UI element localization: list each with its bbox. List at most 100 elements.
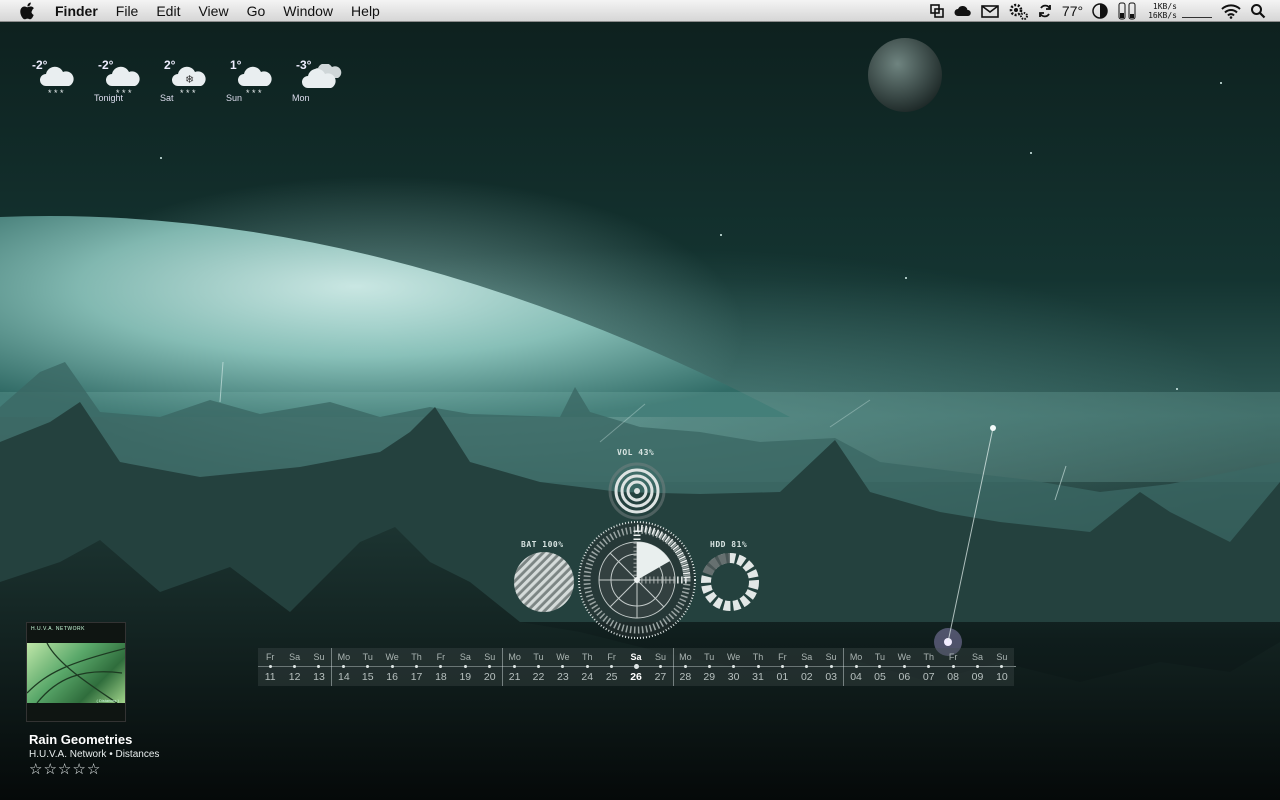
album-cover[interactable]: H.U.V.A. NETWORK ( Distances )	[26, 622, 126, 722]
menu-file[interactable]: File	[107, 0, 148, 22]
calendar-day[interactable]: Th 24	[575, 648, 600, 686]
calendar-day[interactable]: Su 27	[648, 648, 673, 686]
calendar-weekday: Th	[923, 652, 934, 662]
calendar-weekday: Mo	[508, 652, 521, 662]
network-graph[interactable]	[1182, 0, 1212, 22]
window-arrange-icon[interactable]	[929, 0, 945, 22]
weather-label: Sun	[226, 93, 243, 103]
calendar-day[interactable]: Th 17	[404, 648, 429, 686]
star	[1220, 82, 1222, 84]
album-cover-subtitle: ( Distances )	[96, 698, 119, 703]
contrast-icon[interactable]	[1092, 0, 1108, 22]
star	[160, 157, 162, 159]
calendar-dot	[683, 665, 687, 668]
spotlight-search-icon[interactable]	[1250, 0, 1266, 22]
calendar-date: 19	[459, 671, 472, 683]
battery-label: BAT 100%	[521, 540, 564, 549]
svg-text:* * *: * * *	[48, 88, 64, 98]
calendar-day[interactable]: Fr 08	[940, 648, 966, 686]
calendar-day[interactable]: We 06	[892, 648, 917, 686]
calendar-day[interactable]: Sa 19	[453, 648, 478, 686]
calendar-dot	[366, 665, 370, 668]
calendar-day[interactable]: Mo 28	[672, 648, 698, 686]
calendar-day[interactable]: Sa 12	[282, 648, 307, 686]
calendar-day[interactable]: Fr 25	[599, 648, 624, 686]
weather-day: -2° * * *	[28, 58, 94, 106]
calendar-day[interactable]: Tu 22	[526, 648, 551, 686]
calendar-day[interactable]: Tu 15	[355, 648, 380, 686]
calendar-day[interactable]: Mo 21	[501, 648, 527, 686]
cpu-temperature[interactable]: 77°	[1062, 0, 1083, 22]
menu-go[interactable]: Go	[238, 0, 275, 22]
weather-day: -3° Mon	[292, 58, 358, 106]
star	[720, 234, 722, 236]
star	[1176, 388, 1178, 390]
calendar-day[interactable]: We 23	[550, 648, 576, 686]
calendar-day[interactable]: Tu 29	[697, 648, 722, 686]
calendar-dot	[536, 665, 540, 668]
calendar-day[interactable]: Su 13	[306, 648, 332, 686]
menu-window[interactable]: Window	[274, 0, 342, 22]
weather-day: 2° ❄ * * * Sat	[160, 58, 226, 106]
rating-star-icon[interactable]: ☆	[58, 762, 71, 778]
calendar-date: 20	[483, 671, 496, 683]
calendar-day[interactable]: Tu 05	[867, 648, 893, 686]
calendar-date: 04	[850, 671, 862, 683]
calendar-day[interactable]: Fr 18	[428, 648, 454, 686]
calendar-date: 30	[727, 671, 740, 683]
calendar-day[interactable]: Sa 02	[794, 648, 819, 686]
menu-help[interactable]: Help	[342, 0, 389, 22]
rating-star-icon[interactable]: ☆	[43, 762, 56, 778]
calendar-day[interactable]: Th 31	[745, 648, 771, 686]
calendar-day[interactable]: Fr 01	[770, 648, 795, 686]
mail-icon[interactable]	[981, 0, 999, 22]
cpu-clock-gauge	[578, 521, 696, 639]
calendar-date: 28	[679, 671, 692, 683]
menu-edit[interactable]: Edit	[147, 0, 189, 22]
calendar-day[interactable]: Su 03	[818, 648, 844, 686]
calendar-date: 05	[874, 671, 886, 683]
calendar-date: 12	[288, 671, 301, 683]
calendar-dot	[317, 665, 321, 668]
calendar-weekday: Th	[582, 652, 593, 662]
wifi-icon[interactable]	[1221, 0, 1241, 22]
calendar-day[interactable]: We 30	[721, 648, 746, 686]
calendar-weekday: Tu	[533, 652, 544, 662]
memory-meter-icon[interactable]	[1117, 0, 1139, 22]
volume-gauge[interactable]	[607, 461, 667, 521]
calendar-date: 23	[557, 671, 569, 683]
calendar-weekday: Sa	[289, 652, 301, 662]
calendar-day[interactable]: Fr 11	[258, 648, 283, 686]
calendar-weekday: Mo	[849, 652, 863, 662]
calendar-day[interactable]: Mo 14	[331, 648, 356, 686]
gears-icon[interactable]	[1008, 0, 1028, 22]
calendar-day[interactable]: We 16	[379, 648, 405, 686]
calendar-date: 08	[947, 671, 959, 683]
volume-label: VOL 43%	[617, 448, 655, 457]
calendar-weekday: Su	[825, 652, 837, 662]
cloud-sync-icon[interactable]	[954, 0, 972, 22]
track-rating[interactable]: ☆ ☆ ☆ ☆ ☆	[29, 762, 100, 778]
rating-star-icon[interactable]: ☆	[72, 762, 85, 778]
calendar-day-today[interactable]: Sa 26	[623, 648, 649, 686]
calendar-date: 27	[654, 671, 667, 683]
calendar-day[interactable]: Mo 04	[843, 648, 868, 686]
sync-icon[interactable]	[1037, 0, 1053, 22]
calendar-day[interactable]: Sa 09	[965, 648, 990, 686]
calendar-dot	[829, 665, 833, 668]
calendar-dot	[854, 665, 858, 668]
apple-menu-icon[interactable]	[18, 2, 36, 20]
rating-star-icon[interactable]: ☆	[87, 762, 100, 778]
calendar-day[interactable]: Su 20	[477, 648, 502, 686]
calendar-day[interactable]: Su 10	[989, 648, 1015, 686]
calendar-day[interactable]: Th 07	[916, 648, 941, 686]
calendar-date: 13	[313, 671, 325, 683]
rating-star-icon[interactable]: ☆	[29, 762, 42, 778]
menu-view[interactable]: View	[189, 0, 237, 22]
status-area: 77° 1KB/s 16KB/s	[929, 0, 1266, 22]
calendar-dot	[342, 665, 346, 668]
menu-app-name[interactable]: Finder	[46, 0, 107, 22]
calendar-date: 16	[386, 671, 398, 683]
menu-bar: Finder File Edit View Go Window Help 77°	[0, 0, 1280, 22]
calendar-dot	[610, 665, 614, 668]
